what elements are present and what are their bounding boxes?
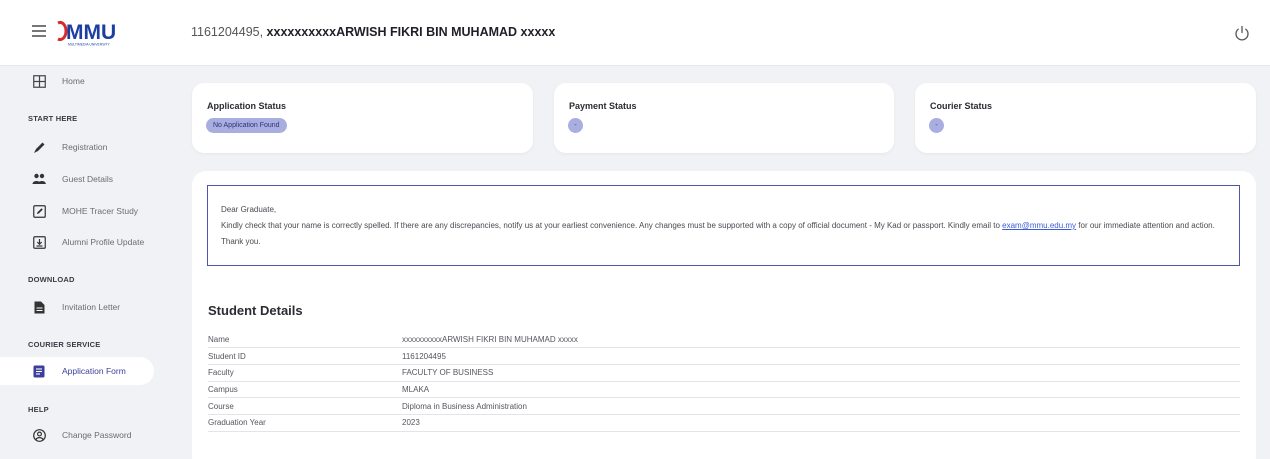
detail-value: 2023 [402, 414, 1240, 432]
detail-label: Graduation Year [208, 414, 402, 432]
top-bar: MMU MULTIMEDIA UNIVERSITY 1161204495, xx… [0, 0, 1270, 66]
table-row: Graduation Year 2023 [208, 414, 1240, 432]
section-start-here: START HERE [28, 114, 78, 123]
table-row: Campus MLAKA [208, 381, 1240, 399]
table-row: Name xxxxxxxxxxARWISH FIKRI BIN MUHAMAD … [208, 331, 1240, 349]
notice-text: Kindly check that your name is correctly… [221, 218, 1226, 250]
sidebar-item-invitation-letter[interactable]: Invitation Letter [0, 293, 154, 321]
notice-greeting: Dear Graduate, [221, 205, 277, 214]
student-details-table: Name xxxxxxxxxxARWISH FIKRI BIN MUHAMAD … [208, 331, 1240, 432]
main-panel: Dear Graduate, Kindly check that your na… [192, 171, 1256, 459]
sidebar-item-label: Alumni Profile Update [62, 237, 145, 247]
header-student-name: xxxxxxxxxxARWISH FIKRI BIN MUHAMAD xxxxx [266, 25, 556, 39]
notice-body: Kindly check that your name is correctly… [221, 221, 1003, 230]
email-link[interactable]: exam@mmu.edu.my [1002, 221, 1076, 230]
sidebar-item-label: Invitation Letter [62, 302, 121, 312]
payment-status-badge: - [568, 118, 583, 133]
edit-square-icon [32, 204, 46, 218]
sidebar-item-registration[interactable]: Registration [0, 133, 154, 161]
download-box-icon [32, 235, 46, 249]
section-download: DOWNLOAD [28, 275, 75, 284]
detail-label: Campus [208, 381, 402, 399]
sidebar-item-label: Registration [62, 142, 108, 152]
sidebar-item-home[interactable]: Home [0, 67, 154, 95]
sidebar-item-label: MOHE Tracer Study [62, 206, 139, 216]
sidebar-item-application-form[interactable]: Application Form [0, 357, 154, 385]
logo-text: MMU [66, 21, 116, 44]
sidebar-item-label: Change Password [62, 430, 132, 440]
application-status-card: Application Status No Application Found [192, 83, 533, 153]
grid-icon [32, 74, 46, 88]
sidebar-item-label: Application Form [62, 366, 126, 376]
table-row: Student ID 1161204495 [208, 347, 1240, 365]
table-row: Faculty FACULTY OF BUSINESS [208, 364, 1240, 382]
sidebar-item-label: Guest Details [62, 174, 114, 184]
sidebar-item-tracer-study[interactable]: MOHE Tracer Study [0, 197, 154, 225]
mmu-logo[interactable]: MMU MULTIMEDIA UNIVERSITY [56, 19, 136, 47]
sidebar-item-alumni-update[interactable]: Alumni Profile Update [0, 228, 154, 256]
courier-status-card: Courier Status - [915, 83, 1256, 153]
power-icon[interactable] [1232, 23, 1252, 43]
sidebar-item-change-password[interactable]: Change Password [0, 421, 154, 449]
courier-status-title: Courier Status [930, 101, 993, 111]
sidebar-item-label: Home [62, 76, 85, 86]
detail-label: Student ID [208, 347, 402, 365]
detail-value: 1161204495 [402, 347, 1240, 365]
pen-icon [32, 140, 46, 154]
hamburger-menu-icon[interactable] [32, 25, 46, 39]
payment-status-title: Payment Status [569, 101, 637, 111]
student-details-title: Student Details [208, 303, 303, 318]
table-row: Course Diploma in Business Administratio… [208, 397, 1240, 415]
sidebar: Home START HERE Registration Guest Detai… [0, 66, 170, 459]
header-student-info: 1161204495, xxxxxxxxxxARWISH FIKRI BIN M… [191, 25, 555, 39]
detail-value: xxxxxxxxxxARWISH FIKRI BIN MUHAMAD xxxxx [402, 331, 1240, 349]
detail-label: Faculty [208, 364, 402, 382]
courier-status-badge: - [929, 118, 944, 133]
notice-box: Dear Graduate, Kindly check that your na… [207, 185, 1240, 266]
detail-label: Name [208, 331, 402, 349]
application-status-badge: No Application Found [206, 118, 287, 133]
detail-value: FACULTY OF BUSINESS [402, 364, 1240, 382]
detail-label: Course [208, 397, 402, 415]
users-icon [32, 172, 46, 186]
detail-value: Diploma in Business Administration [402, 397, 1240, 415]
detail-value: MLAKA [402, 381, 1240, 399]
logo-subtext: MULTIMEDIA UNIVERSITY [68, 43, 110, 47]
application-status-title: Application Status [207, 101, 287, 111]
section-courier-service: COURIER SERVICE [28, 340, 101, 349]
sidebar-item-guest-details[interactable]: Guest Details [0, 165, 154, 193]
document-icon [32, 300, 46, 314]
section-help: HELP [28, 405, 49, 414]
user-circle-icon [32, 428, 46, 442]
header-student-id: 1161204495, [191, 25, 267, 39]
payment-status-card: Payment Status - [554, 83, 894, 153]
form-icon [32, 364, 46, 378]
